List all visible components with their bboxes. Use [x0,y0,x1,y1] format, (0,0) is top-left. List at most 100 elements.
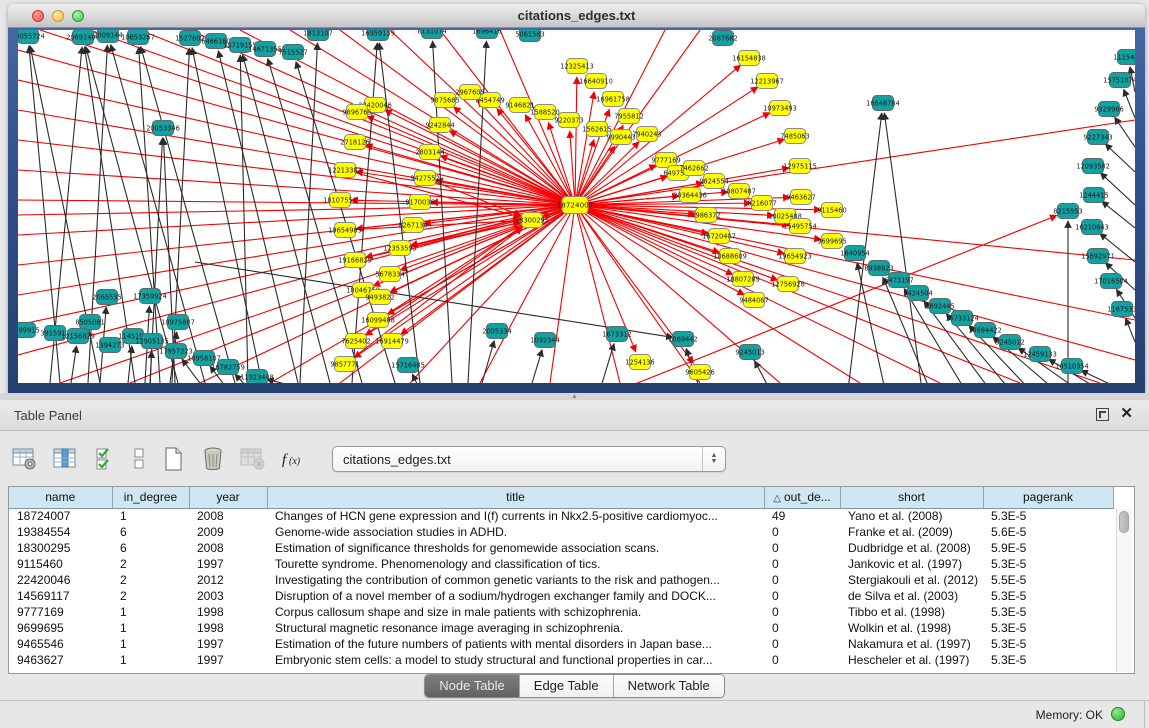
table-cell[interactable]: Stergiakouli et al. (2012) [840,572,983,588]
table-cell[interactable]: 9463627 [9,652,112,668]
table-cell[interactable]: 5.3E-5 [983,508,1113,524]
table-cell[interactable]: de Silva et al. (2003) [840,588,983,604]
graph-node[interactable]: 2718126 [340,135,369,150]
graph-edge[interactable] [352,43,377,383]
graph-node[interactable]: 8215953 [1053,204,1082,219]
table-scrollbar[interactable] [1116,509,1132,672]
graph-node[interactable]: 1115480 [1113,50,1135,65]
graph-node[interactable]: 8131074 [417,30,446,39]
table-cell[interactable]: 5.3E-5 [983,636,1113,652]
graph-node[interactable]: 8216077 [747,196,776,211]
table-cell[interactable]: 2 [112,556,189,572]
graph-edge[interactable] [300,43,317,383]
table-selector-dropdown[interactable]: citations_edges.txt ▲▼ [332,446,726,472]
table-row[interactable]: 1830029562008Estimation of significance … [9,540,1113,556]
graph-edge[interactable] [18,205,575,325]
table-cell[interactable]: 1998 [189,620,267,636]
graph-node[interactable]: 9146821 [505,98,534,113]
table-cell[interactable]: 0 [764,572,840,588]
table-row[interactable]: 2242004622012Investigating the contribut… [9,572,1113,588]
graph-node[interactable]: 9896765 [342,105,371,120]
create-column-icon[interactable] [158,444,188,474]
table-cell[interactable]: Dudbridge et al. (2008) [840,540,983,556]
table-cell[interactable]: 1 [112,508,189,524]
graph-node[interactable]: 19654985 [328,223,362,238]
tab-network-table[interactable]: Network Table [613,675,724,697]
table-cell[interactable]: Tibbo et al. (1998) [840,604,983,620]
graph-node[interactable]: 7515527 [278,45,307,60]
graph-node[interactable]: 15692971 [1081,249,1115,264]
graph-edge[interactable] [1126,318,1135,342]
graph-node[interactable]: 16961758 [596,92,630,107]
graph-edge[interactable] [480,341,494,383]
graph-edge[interactable] [367,116,575,205]
graph-node[interactable]: 16640910 [579,74,613,89]
graph-node[interactable]: 9699695 [817,234,846,249]
graph-edge[interactable] [530,350,542,383]
graph-node[interactable]: 1562615 [582,122,611,137]
graph-node[interactable]: 16210643 [1075,220,1109,235]
table-cell[interactable]: 0 [764,652,840,668]
window-titlebar[interactable]: citations_edges.txt [8,4,1145,28]
graph-node[interactable]: 12353593 [383,241,417,256]
graph-node[interactable]: 10807487 [722,184,756,199]
graph-node[interactable]: 16733124 [945,311,979,326]
graph-edge[interactable] [190,30,575,205]
table-row[interactable]: 946554611997Estimation of the future num… [9,636,1113,652]
table-cell[interactable]: Estimation of significance thresholds fo… [267,540,764,556]
table-cell[interactable]: 1 [112,604,189,620]
graph-edge[interactable] [550,205,575,383]
graph-node[interactable]: 12093582 [1076,159,1110,174]
graph-edge[interactable] [18,205,575,295]
column-header[interactable]: title [267,487,764,508]
table-cell[interactable]: 18724007 [9,508,112,524]
column-header[interactable]: short [840,487,983,508]
graph-node[interactable]: 7955812 [614,109,643,124]
graph-node[interactable]: 8505081 [75,315,104,330]
graph-node[interactable]: 8938923 [864,261,893,276]
table-cell[interactable]: 6 [112,524,189,540]
column-header[interactable]: name [9,487,112,508]
graph-node[interactable]: 9115460 [817,203,846,218]
graph-edge[interactable] [192,48,262,383]
graph-node[interactable]: 19654923 [778,249,812,264]
select-all-columns-icon[interactable] [90,444,120,474]
table-cell[interactable]: 5.3E-5 [983,604,1113,620]
graph-node[interactable]: 15716485 [391,358,425,373]
graph-edge[interactable] [575,77,577,205]
table-cell[interactable]: 5.5E-5 [983,572,1113,588]
graph-edge[interactable] [240,55,248,383]
table-cell[interactable]: 5.3E-5 [983,556,1113,572]
table-cell[interactable]: 0 [764,604,840,620]
graph-node[interactable]: 16959139 [361,30,395,41]
graph-edge[interactable] [410,205,575,383]
graph-node[interactable]: 2087682 [708,31,737,46]
graph-node[interactable]: 12213383 [328,163,362,178]
graph-node[interactable]: 1069442 [668,332,697,347]
graph-node[interactable]: 18107553 [323,193,357,208]
table-cell[interactable]: 5.3E-5 [983,588,1113,604]
graph-node[interactable]: 5061583 [515,30,544,42]
table-cell[interactable]: 2009 [189,524,267,540]
graph-node[interactable]: 1254136 [625,355,654,370]
table-cell[interactable]: 1 [112,652,189,668]
graph-node[interactable]: 8267130 [398,218,427,233]
table-cell[interactable]: 14569117 [9,588,112,604]
table-row[interactable]: 946362711997Embryonic stem cells: a mode… [9,652,1113,668]
graph-node[interactable]: 17016504 [1094,274,1128,289]
graph-node[interactable]: 2009144 [93,30,122,43]
graph-node[interactable]: 7485063 [780,129,809,144]
node-table[interactable]: namein_degreeyeartitle△out_de...shortpag… [8,486,1135,674]
table-cell[interactable]: Yano et al. (2008) [840,508,983,524]
graph-edge[interactable] [1100,173,1135,205]
table-cell[interactable]: Structural magnetic resonance image aver… [267,620,764,636]
delete-table-icon[interactable] [238,444,268,474]
table-cell[interactable]: 1 [112,620,189,636]
graph-node[interactable]: 7940243 [632,127,661,142]
graph-node[interactable]: 7462662 [679,161,708,176]
graph-node[interactable]: 1167533 [1107,302,1135,317]
table-cell[interactable]: 1997 [189,556,267,572]
table-cell[interactable]: 0 [764,636,840,652]
graph-edge[interactable] [150,351,152,383]
graph-edge[interactable] [575,205,1135,320]
